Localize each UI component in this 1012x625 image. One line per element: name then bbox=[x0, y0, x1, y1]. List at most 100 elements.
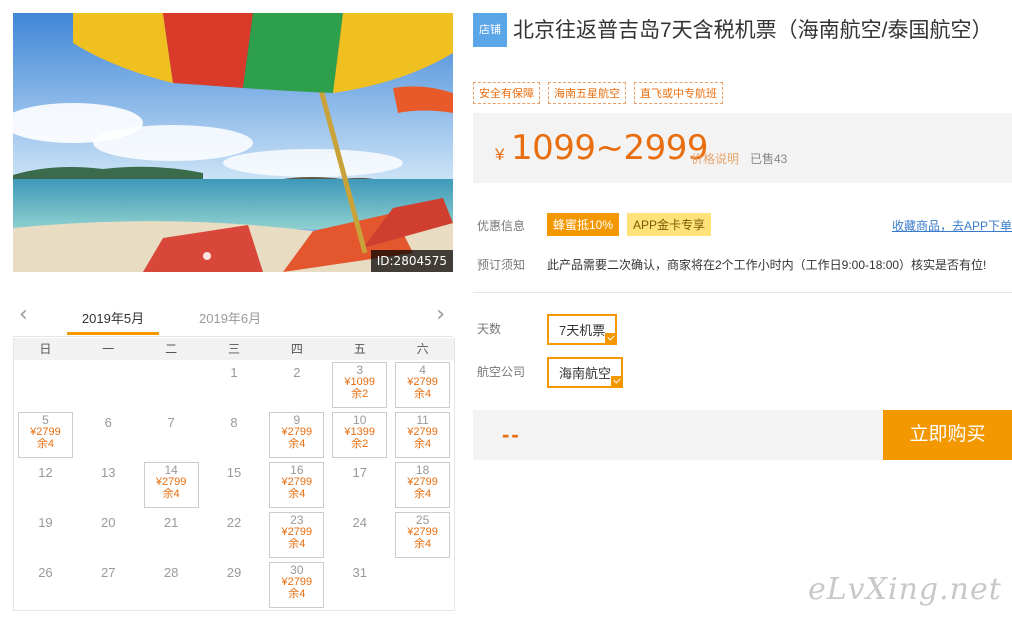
calendar-day-available[interactable]: 3 ¥1099 余2 bbox=[328, 360, 391, 410]
day-number: 26 bbox=[38, 565, 53, 580]
day-number: 4 bbox=[419, 363, 426, 377]
carousel-dot[interactable] bbox=[203, 252, 211, 260]
day-remaining: 余4 bbox=[288, 588, 306, 600]
day-remaining: 余4 bbox=[414, 488, 432, 500]
selected-check-icon bbox=[605, 333, 618, 345]
calendar-day: 12 bbox=[14, 460, 77, 510]
day-number: 5 bbox=[42, 413, 49, 427]
calendar-day-available[interactable]: 30 ¥2799 余4 bbox=[265, 560, 328, 610]
days-label: 天数 bbox=[477, 322, 502, 336]
calendar-day: 17 bbox=[328, 460, 391, 510]
calendar-day: 19 bbox=[14, 510, 77, 560]
day-number: 27 bbox=[101, 565, 116, 580]
day-price: ¥2799 bbox=[407, 526, 438, 538]
calendar-day-available[interactable]: 14 ¥2799 余4 bbox=[140, 460, 203, 510]
day-number: 19 bbox=[38, 515, 53, 530]
calendar-day: 22 bbox=[203, 510, 266, 560]
day-remaining: 余4 bbox=[36, 438, 54, 450]
day-number: 3 bbox=[356, 363, 364, 377]
day-price: ¥2799 bbox=[155, 476, 187, 488]
shop-badge[interactable]: 店铺 bbox=[473, 13, 507, 47]
day-number: 13 bbox=[101, 465, 116, 480]
airline-option-hainan[interactable]: 海南航空 bbox=[547, 357, 624, 388]
weekday-sun: 日 bbox=[39, 342, 52, 356]
calendar-day-empty bbox=[77, 360, 140, 410]
day-number: 1 bbox=[230, 365, 238, 380]
calendar-day: 6 bbox=[77, 410, 140, 460]
calendar-day-available[interactable]: 23 ¥2799 余4 bbox=[265, 510, 328, 560]
day-number bbox=[140, 360, 203, 365]
calendar-day: 29 bbox=[203, 560, 266, 610]
favorite-app-link[interactable]: 收藏商品，去APP下单 bbox=[892, 217, 1012, 234]
calendar-day: 1 bbox=[203, 360, 266, 410]
product-title-row: 店铺 北京往返普吉岛7天含税机票（海南航空/泰国航空） bbox=[473, 13, 1003, 47]
purchase-bar: -- 立即购买 bbox=[473, 410, 1012, 460]
days-option-7[interactable]: 7天机票 bbox=[547, 314, 618, 345]
honey-discount-badge: 蜂蜜抵10% bbox=[547, 213, 620, 236]
calendar-day-available[interactable]: 11 ¥2799 余4 bbox=[391, 410, 454, 460]
calendar-day: 7 bbox=[140, 410, 203, 460]
calendar-day-available[interactable]: 5 ¥2799 余4 bbox=[14, 410, 77, 460]
weekday-fri: 五 bbox=[353, 342, 366, 356]
tag-safety: 安全有保障 bbox=[473, 82, 540, 104]
day-price: ¥2799 bbox=[281, 526, 313, 538]
calendar-day-available[interactable]: 25 ¥2799 余4 bbox=[391, 510, 454, 560]
feature-tags: 安全有保障 海南五星航空 直飞或中专航班 bbox=[473, 82, 723, 104]
price-explanation-link[interactable]: 价格说明 bbox=[691, 150, 739, 167]
buy-now-button[interactable]: 立即购买 bbox=[883, 410, 1012, 460]
day-price: ¥2799 bbox=[407, 476, 438, 488]
day-number: 8 bbox=[230, 415, 238, 430]
days-option-text: 7天机票 bbox=[559, 323, 606, 338]
prev-month-arrow-icon[interactable]: ‹ bbox=[19, 304, 28, 326]
weekday-sat: 六 bbox=[416, 342, 429, 356]
calendar-day: 21 bbox=[140, 510, 203, 560]
booking-notice-text: 此产品需要二次确认，商家将在2个工作小时内（工作日9:00-18:00）核实是否… bbox=[547, 258, 987, 272]
price-calendar: ‹ 2019年5月 2019年6月 › 日 一 二 三 四 五 六 1 2 3 ¥10… bbox=[13, 300, 455, 616]
day-price: ¥2799 bbox=[281, 576, 313, 588]
day-number: 23 bbox=[290, 513, 304, 527]
calendar-day-available[interactable]: 16 ¥2799 余4 bbox=[265, 460, 328, 510]
calendar-day: 27 bbox=[77, 560, 140, 610]
calendar-day-available[interactable]: 18 ¥2799 余4 bbox=[391, 460, 454, 510]
day-remaining: 余4 bbox=[414, 438, 432, 450]
day-price: ¥2799 bbox=[281, 476, 313, 488]
calendar-day-available[interactable]: 9 ¥2799 余4 bbox=[265, 410, 328, 460]
month-tab-may[interactable]: 2019年5月 bbox=[67, 308, 159, 335]
day-number: 21 bbox=[163, 515, 179, 530]
photo-id-label: ID:2804575 bbox=[370, 250, 453, 272]
day-remaining: 余4 bbox=[162, 488, 180, 500]
day-number bbox=[14, 360, 77, 365]
day-number: 16 bbox=[290, 463, 304, 477]
day-number: 14 bbox=[164, 463, 178, 477]
weekday-tue: 二 bbox=[165, 342, 178, 356]
calendar-day-empty bbox=[140, 360, 203, 410]
calendar-day-available[interactable]: 10 ¥1399 余2 bbox=[328, 410, 391, 460]
day-number: 6 bbox=[104, 415, 112, 430]
calendar-day-available[interactable]: 4 ¥2799 余4 bbox=[391, 360, 454, 410]
airline-label: 航空公司 bbox=[477, 365, 526, 379]
airline-option-text: 海南航空 bbox=[559, 366, 612, 381]
calendar-day: 31 bbox=[328, 560, 391, 610]
tag-direct: 直飞或中专航班 bbox=[634, 82, 723, 104]
day-number: 18 bbox=[415, 463, 430, 477]
calendar-days: 1 2 3 ¥1099 余2 4 ¥2799 余4 5 ¥2799 余4 6 7 8 9 ¥2799 余4 10 ¥… bbox=[14, 360, 454, 610]
sold-count: 已售43 bbox=[750, 152, 788, 166]
weekday-thu: 四 bbox=[290, 342, 303, 356]
calendar-grid: 日 一 二 三 四 五 六 1 2 3 ¥1099 余2 4 ¥2799 余4 5 ¥2799 余4… bbox=[13, 338, 455, 611]
day-number: 29 bbox=[226, 565, 242, 580]
day-remaining: 余4 bbox=[288, 538, 306, 550]
promo-row: 优惠信息 蜂蜜抵10% APP金卡专享 收藏商品，去APP下单 bbox=[473, 213, 1012, 236]
day-remaining: 余4 bbox=[414, 388, 432, 400]
day-number: 31 bbox=[352, 565, 367, 580]
day-price: ¥1099 bbox=[344, 376, 375, 388]
product-photo[interactable]: ID:2804575 bbox=[13, 13, 453, 272]
booking-notice-label: 预订须知 bbox=[477, 258, 526, 272]
day-remaining: 余2 bbox=[351, 438, 369, 450]
day-number: 12 bbox=[38, 465, 53, 480]
day-number: 7 bbox=[167, 415, 175, 430]
month-tab-june[interactable]: 2019年6月 bbox=[199, 308, 261, 327]
total-price: -- bbox=[502, 422, 521, 447]
watermark: eLvXing.net bbox=[808, 572, 1002, 607]
next-month-arrow-icon[interactable]: › bbox=[436, 304, 445, 326]
selected-check-icon bbox=[611, 376, 624, 388]
